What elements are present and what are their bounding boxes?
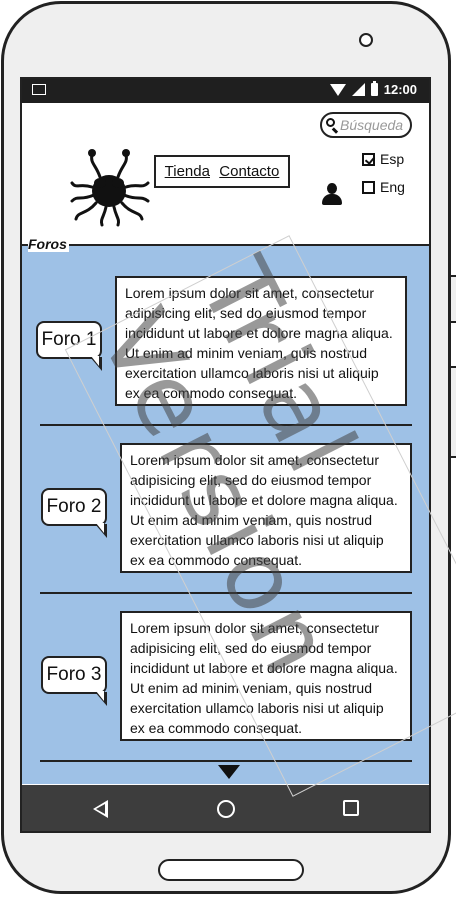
signal-icon — [351, 83, 365, 96]
search-input[interactable] — [337, 117, 410, 133]
forums-panel: Foro 1 Lorem ipsum dolor sit amet, conse… — [22, 244, 429, 784]
esp-checkbox[interactable] — [362, 152, 375, 166]
battery-icon — [370, 81, 378, 96]
status-bar: 12:00 — [22, 79, 429, 103]
flying-spaghetti-monster-logo-icon[interactable] — [70, 143, 150, 227]
forum-text: Lorem ipsum dolor sit amet, consectetur … — [115, 276, 407, 406]
forum-title: Foro 3 — [46, 664, 102, 685]
forum-row[interactable]: Foro 3 Lorem ipsum dolor sit amet, conse… — [22, 582, 429, 742]
wifi-icon — [329, 83, 346, 96]
forum-text: Lorem ipsum dolor sit amet, consectetur … — [120, 443, 412, 573]
language-option-eng[interactable]: Eng — [362, 179, 405, 195]
esp-label: Esp — [380, 151, 405, 167]
forum-row[interactable]: Foro 1 Lorem ipsum dolor sit amet, conse… — [22, 246, 429, 406]
back-icon[interactable] — [93, 800, 108, 818]
status-time: 12:00 — [383, 82, 417, 97]
main-nav: Tienda Contacto — [154, 155, 290, 188]
eng-label: Eng — [380, 179, 405, 195]
image-notification-icon — [32, 84, 46, 95]
forum-row[interactable]: Foro 2 Lorem ipsum dolor sit amet, conse… — [22, 414, 429, 574]
forum-title: Foro 2 — [46, 496, 102, 517]
forum-title: Foro 1 — [41, 329, 97, 350]
forum-title-bubble[interactable]: Foro 3 — [41, 656, 107, 706]
screen: 12:00 Búsqueda Tienda Contacto Esp Eng F… — [20, 77, 431, 833]
recent-apps-icon[interactable] — [343, 800, 359, 816]
nav-link-tienda[interactable]: Tienda — [165, 163, 210, 180]
search-icon[interactable] — [326, 118, 339, 134]
scroll-down-arrow-icon[interactable] — [218, 765, 240, 779]
power-button — [451, 366, 456, 458]
forum-title-bubble[interactable]: Foro 1 — [36, 321, 102, 371]
section-title-foros: Foros — [28, 236, 69, 252]
volume-button — [451, 275, 456, 323]
forum-title-bubble[interactable]: Foro 2 — [41, 488, 107, 538]
forum-text: Lorem ipsum dolor sit amet, consectetur … — [120, 611, 412, 741]
search-box[interactable] — [320, 112, 412, 138]
home-icon[interactable] — [217, 800, 235, 818]
divider — [40, 760, 412, 762]
language-option-esp[interactable]: Esp — [362, 151, 404, 167]
nav-link-contacto[interactable]: Contacto — [219, 163, 279, 180]
android-nav-bar — [22, 785, 429, 831]
user-icon[interactable] — [322, 183, 342, 207]
front-camera — [359, 33, 373, 47]
eng-checkbox[interactable] — [362, 180, 375, 194]
header: Tienda Contacto Esp Eng — [22, 103, 429, 244]
speaker-slot — [158, 859, 304, 881]
